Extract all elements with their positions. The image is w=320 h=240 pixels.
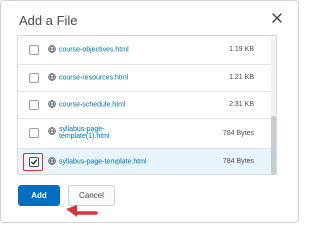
file-size: 784 Bytes [178,148,276,174]
file-name[interactable]: syllabus-page- template(1).html [59,126,110,140]
dialog-title: Add a File [19,13,78,28]
close-icon[interactable] [270,11,284,25]
file-name-line-2: template(1).html [59,133,110,140]
scrollbar-thumb[interactable] [271,116,276,174]
pointer-arrow-icon [63,201,99,222]
globe-icon [48,156,56,167]
file-checkbox[interactable] [29,44,39,55]
add-button[interactable]: Add [18,185,60,206]
file-size: 784 Bytes [178,118,276,149]
file-name-line-1: syllabus-page- [59,126,105,133]
table-row[interactable]: course-objectives.html 1.19 KB [18,36,276,65]
globe-icon [48,44,56,55]
file-name[interactable]: course-schedule.html [59,101,126,108]
table-row[interactable]: syllabus-page- template(1).html 784 Byte… [18,118,276,149]
add-file-dialog: Add a File course-objectives.html 1.19 K… [0,0,299,223]
table-row[interactable]: course-schedule.html 2.31 KB [18,91,276,119]
file-checkbox[interactable] [29,99,39,110]
file-name[interactable]: syllabus-page-template.html [59,158,147,165]
file-size: 1.21 KB [178,64,276,92]
highlight-box [23,152,43,171]
file-name[interactable]: course-resources.html [59,74,128,81]
globe-icon [48,127,56,137]
file-list: course-objectives.html 1.19 KB course-re… [17,35,277,175]
globe-icon [48,72,56,83]
table-row[interactable]: course-resources.html 1.21 KB [18,64,276,92]
file-name[interactable]: course-objectives.html [59,46,129,53]
scrollbar[interactable] [271,36,276,174]
file-checkbox[interactable] [29,72,39,83]
file-size: 2.31 KB [178,91,276,119]
file-checkbox[interactable] [29,128,39,138]
globe-icon [48,99,56,110]
file-size: 1.19 KB [178,36,276,65]
table-row-selected[interactable]: syllabus-page-template.html 784 Bytes [18,148,276,174]
